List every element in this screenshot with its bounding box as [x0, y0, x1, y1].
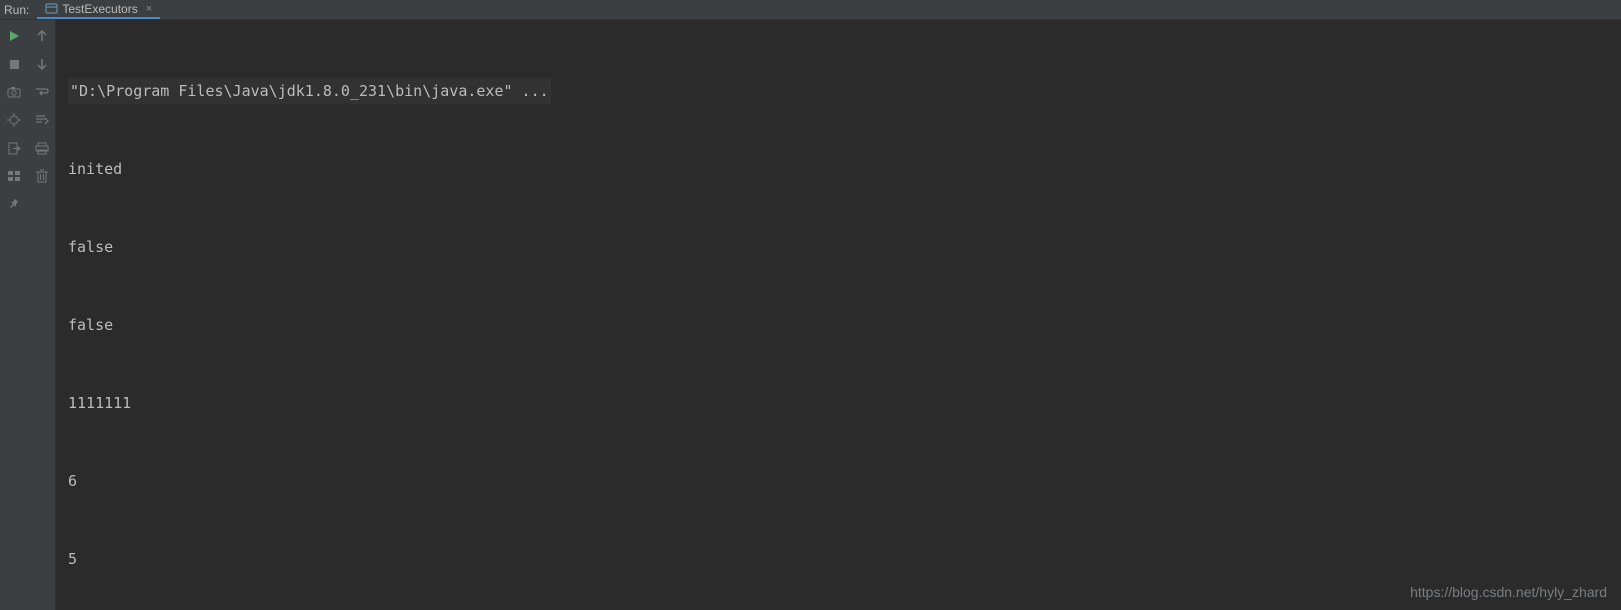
up-arrow-icon[interactable]	[32, 26, 52, 46]
exit-icon[interactable]	[4, 138, 24, 158]
console-command-line: "D:\Program Files\Java\jdk1.8.0_231\bin\…	[68, 78, 1609, 104]
debug-icon[interactable]	[4, 110, 24, 130]
camera-icon[interactable]	[4, 82, 24, 102]
close-icon[interactable]: ×	[146, 3, 152, 15]
left-gutter-primary	[0, 20, 28, 610]
console-line: 5	[68, 546, 1609, 572]
console-line: 6	[68, 468, 1609, 494]
run-label: Run:	[0, 3, 37, 17]
tab-label: TestExecutors	[62, 2, 137, 16]
run-panel-header: Run: TestExecutors ×	[0, 0, 1621, 20]
command-text: "D:\Program Files\Java\jdk1.8.0_231\bin\…	[68, 78, 551, 104]
console-line: 1111111	[68, 390, 1609, 416]
stop-button[interactable]	[4, 54, 24, 74]
rerun-button[interactable]	[4, 26, 24, 46]
soft-wrap-icon[interactable]	[32, 82, 52, 102]
application-icon	[45, 2, 58, 15]
print-icon[interactable]	[32, 138, 52, 158]
layout-icon[interactable]	[4, 166, 24, 186]
run-tab[interactable]: TestExecutors ×	[37, 0, 160, 19]
console-line: false	[68, 312, 1609, 338]
console-line: false	[68, 234, 1609, 260]
console-output[interactable]: "D:\Program Files\Java\jdk1.8.0_231\bin\…	[56, 20, 1621, 610]
console-line: inited	[68, 156, 1609, 182]
watermark-text: https://blog.csdn.net/hyly_zhard	[1410, 584, 1607, 600]
down-arrow-icon[interactable]	[32, 54, 52, 74]
run-panel-body: "D:\Program Files\Java\jdk1.8.0_231\bin\…	[0, 20, 1621, 610]
pin-icon[interactable]	[4, 194, 24, 214]
scroll-to-end-icon[interactable]	[32, 110, 52, 130]
trash-icon[interactable]	[32, 166, 52, 186]
left-gutter-secondary	[28, 20, 56, 610]
